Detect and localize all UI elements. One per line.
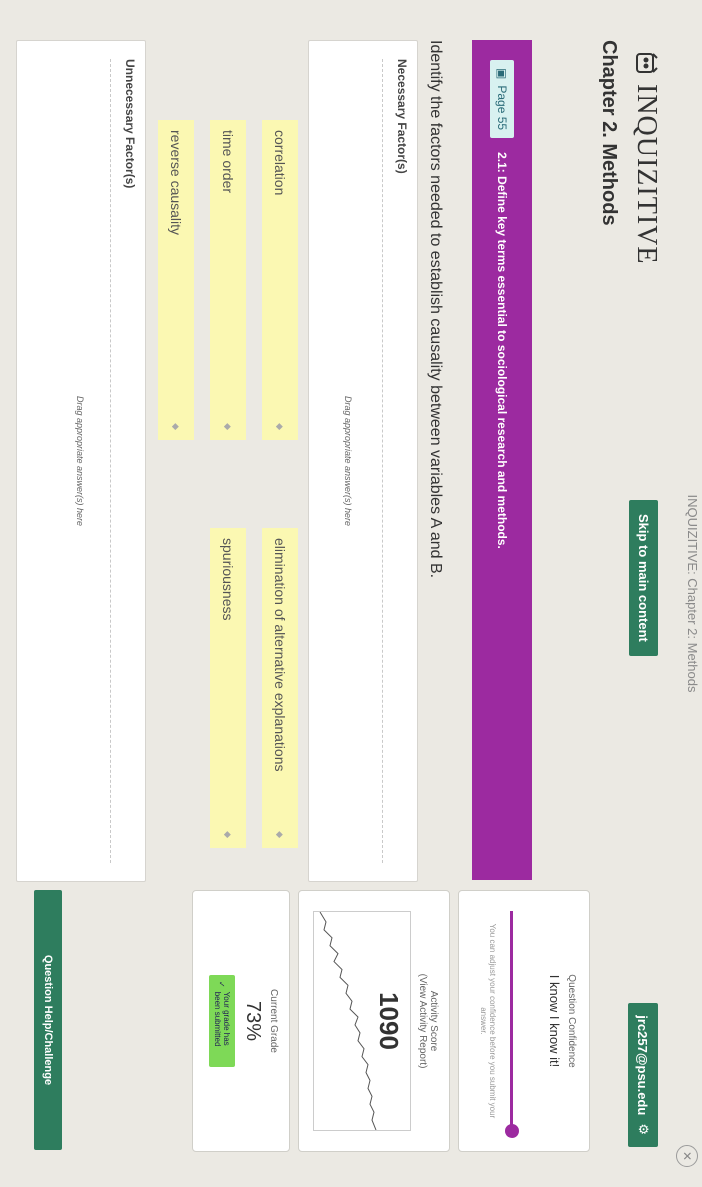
page-link-button[interactable]: ▣ Page 55: [490, 60, 514, 139]
drag-handle-icon: ◆: [275, 423, 286, 430]
confidence-value: I know I know it!: [547, 974, 562, 1068]
answer-chip[interactable]: correlation ◆: [262, 120, 298, 440]
confidence-slider-knob[interactable]: [505, 1124, 519, 1138]
gear-icon: ⚙: [636, 1123, 651, 1135]
learning-objective-bar: ▣ Page 55 2.1: Define key terms essentia…: [472, 40, 532, 880]
grade-note: Your grade has been submitted: [213, 991, 231, 1047]
drag-handle-icon: ◆: [223, 831, 234, 838]
checkmark-icon: ✓: [217, 981, 227, 988]
activity-title: Activity Score: [428, 990, 439, 1052]
user-email: jrc257@psu.edu: [635, 1015, 651, 1116]
answer-chip[interactable]: reverse causality ◆: [158, 120, 194, 440]
unnecessary-zone-label: Unnecessary Factor(s): [123, 59, 137, 189]
confidence-title: Question Confidence: [566, 974, 577, 1068]
skip-to-main-button[interactable]: Skip to main content: [629, 500, 658, 656]
app-window: INQUIZITIVE: Chapter 2: Methods ✕ INQUIZ…: [0, 0, 702, 1187]
answer-text: correlation: [272, 130, 288, 196]
confidence-note: You can adjust your confidence before yo…: [479, 923, 497, 1119]
book-icon: ▣: [495, 68, 509, 80]
answer-chip[interactable]: spuriousness ◆: [210, 528, 246, 848]
unnecessary-zone-hint: Drag appropriate answer(s) here: [75, 395, 85, 527]
drag-handle-icon: ◆: [171, 423, 182, 430]
confidence-slider[interactable]: [505, 911, 519, 1138]
logo: INQUIZITIVE: [630, 50, 662, 265]
page-label: Page 55: [495, 85, 509, 131]
zone-divider: [110, 59, 111, 863]
grade-value: 73%: [242, 1000, 264, 1042]
grade-panel: Current Grade 73% ✓ Your grade has been …: [192, 890, 290, 1152]
answer-text: reverse causality: [168, 130, 184, 236]
activity-report-link[interactable]: (View Activity Report): [417, 891, 428, 1151]
unnecessary-drop-zone[interactable]: Unnecessary Factor(s) Drag appropriate a…: [16, 40, 146, 882]
answer-text: time order: [220, 130, 236, 194]
answer-chip[interactable]: time order ◆: [210, 120, 246, 440]
logo-text: INQUIZITIVE: [631, 84, 662, 265]
drag-handle-icon: ◆: [223, 423, 234, 430]
answer-chip[interactable]: elimination of alternative explanations …: [262, 528, 298, 848]
grade-submitted-badge: ✓ Your grade has been submitted: [209, 975, 235, 1067]
owl-logo-icon: [633, 50, 659, 76]
question-text: Identify the factors needed to establish…: [427, 40, 444, 579]
confidence-panel: Question Confidence I know I know it! Yo…: [458, 890, 590, 1152]
chapter-title: Chapter 2. Methods: [598, 40, 620, 226]
objective-text: 2.1: Define key terms essential to socio…: [495, 152, 509, 549]
zone-divider: [382, 59, 383, 863]
necessary-zone-hint: Drag appropriate answer(s) here: [343, 395, 353, 527]
confidence-slider-fill: [510, 911, 513, 1131]
activity-score-panel: Activity Score (View Activity Report) 10…: [298, 890, 450, 1152]
question-help-button[interactable]: Question Help/Challenge: [34, 890, 62, 1150]
user-menu[interactable]: jrc257@psu.edu ⚙: [628, 1003, 658, 1147]
necessary-zone-label: Necessary Factor(s): [395, 59, 409, 174]
activity-chart: 1090: [313, 911, 411, 1131]
answer-text: elimination of alternative explanations: [272, 538, 288, 772]
browser-tab-title: INQUIZITIVE: Chapter 2: Methods: [685, 494, 700, 693]
answer-text: spuriousness: [220, 538, 236, 621]
window-close-icon[interactable]: ✕: [676, 1145, 698, 1167]
drag-handle-icon: ◆: [275, 831, 286, 838]
necessary-drop-zone[interactable]: Necessary Factor(s) Drag appropriate ans…: [308, 40, 418, 882]
grade-title: Current Grade: [268, 989, 279, 1053]
activity-score-value: 1090: [374, 992, 404, 1050]
